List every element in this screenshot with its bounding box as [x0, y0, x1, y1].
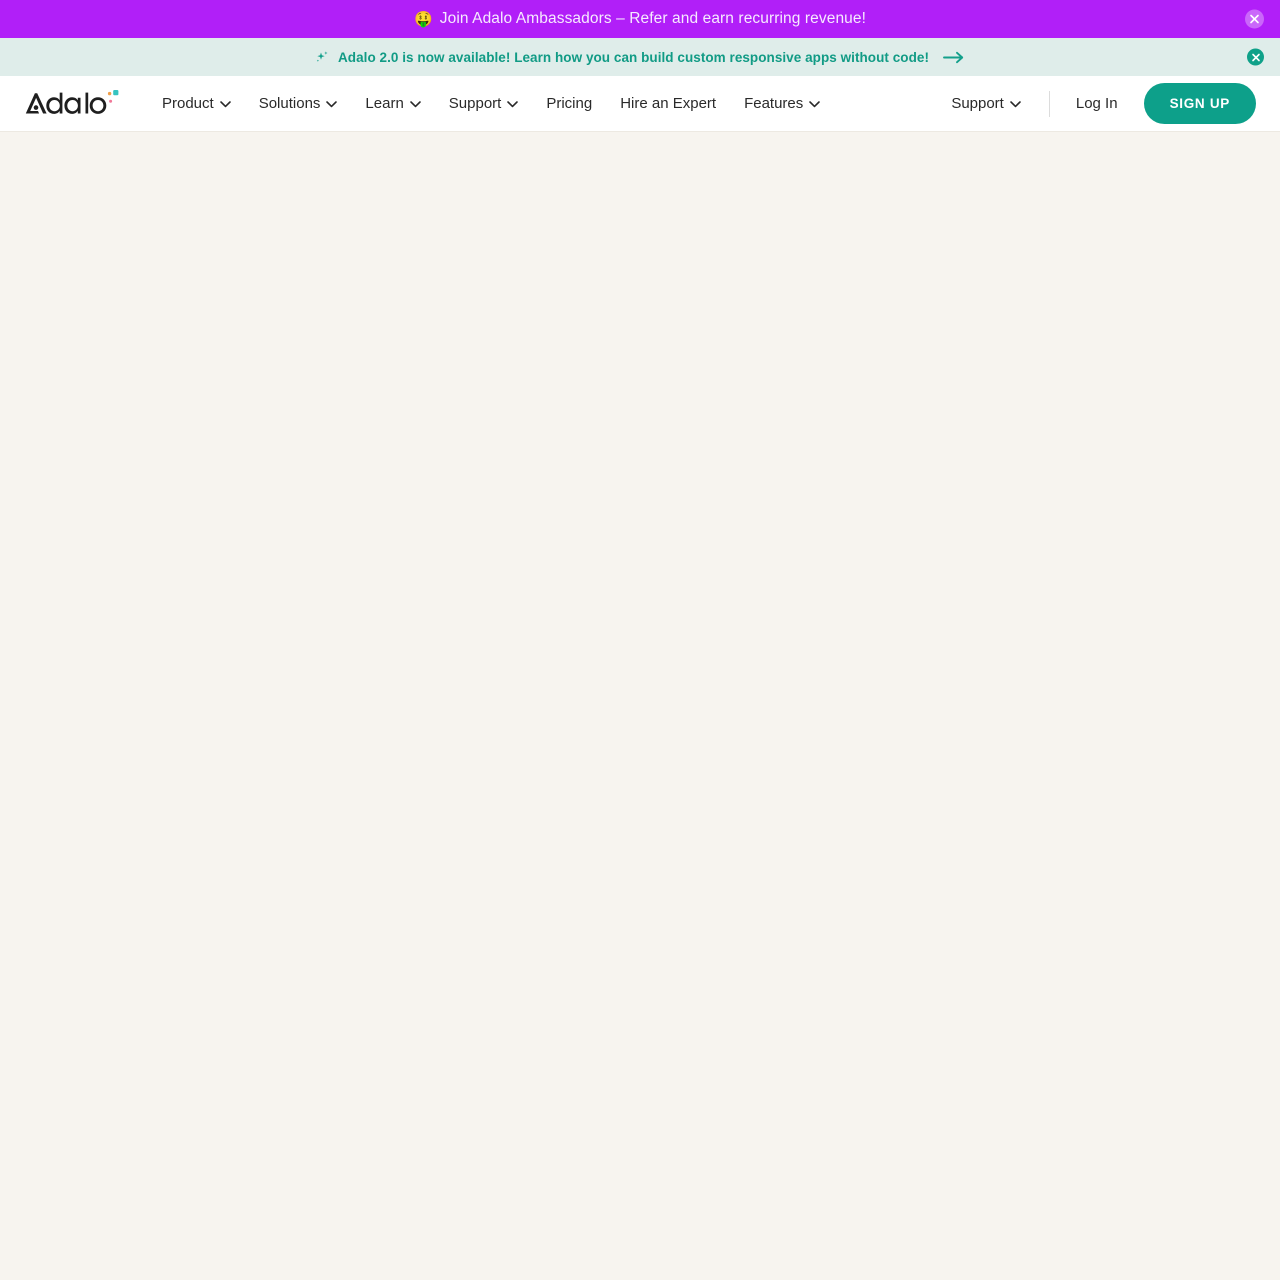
close-x-glyph	[1250, 14, 1259, 24]
chevron-down-icon	[326, 100, 338, 107]
signup-button[interactable]: SIGN UP	[1143, 83, 1256, 124]
money-mouth-face-emoji: 🤑	[413, 10, 433, 28]
nav-divider	[1048, 90, 1050, 117]
chevron-down-icon	[409, 100, 421, 107]
announcement-banner: Adalo 2.0 is now available! Learn how yo…	[0, 38, 1280, 76]
promo-banner-message[interactable]: 🤑 Join Adalo Ambassadors – Refer and ear…	[414, 10, 866, 28]
nav-item-label: Features	[744, 95, 804, 112]
nav-item-label: Pricing	[546, 95, 593, 112]
nav-item-label: Product	[162, 95, 214, 112]
nav-item-product[interactable]: Product	[148, 87, 245, 120]
nav-item-learn[interactable]: Learn	[351, 87, 434, 120]
nav-secondary-links: Support Log In SIGN UP	[937, 83, 1256, 124]
chevron-down-icon	[809, 100, 821, 107]
announcement-text: Adalo 2.0 is now available! Learn how yo…	[337, 49, 929, 65]
arrow-right-icon	[943, 51, 964, 63]
announcement-link[interactable]: Adalo 2.0 is now available! Learn how yo…	[315, 50, 965, 65]
page-content-area	[0, 132, 1280, 1280]
chevron-down-icon	[219, 100, 231, 107]
nav-item-features[interactable]: Features	[730, 87, 834, 120]
adalo-logo-mark	[25, 89, 119, 114]
nav-item-hire-an-expert[interactable]: Hire an Expert	[606, 87, 730, 120]
promo-banner: 🤑 Join Adalo Ambassadors – Refer and ear…	[0, 0, 1280, 38]
main-navigation: Product Solutions Learn Support Pricing	[0, 76, 1280, 132]
adalo-logo[interactable]	[24, 87, 120, 121]
nav-item-label: Hire an Expert	[620, 95, 717, 112]
nav-item-solutions[interactable]: Solutions	[245, 87, 352, 120]
promo-banner-text: Join Adalo Ambassadors – Refer and earn …	[439, 10, 867, 27]
nav-item-support[interactable]: Support	[435, 87, 533, 120]
nav-primary-links: Product Solutions Learn Support Pricing	[148, 87, 834, 120]
close-x-glyph	[1251, 53, 1260, 61]
nav-item-label: Support	[448, 95, 502, 112]
sparkles-icon	[316, 50, 328, 62]
nav-item-label: Solutions	[258, 95, 321, 112]
nav-item-label: Learn	[365, 95, 404, 112]
login-link[interactable]: Log In	[1064, 87, 1130, 120]
nav-item-pricing[interactable]: Pricing	[532, 87, 606, 120]
nav-item-label: Support	[951, 95, 1004, 112]
nav-item-support-secondary[interactable]: Support	[937, 87, 1035, 120]
close-icon[interactable]	[1245, 9, 1264, 29]
chevron-down-icon	[507, 100, 519, 107]
chevron-down-icon	[1010, 100, 1021, 107]
close-icon[interactable]	[1247, 48, 1264, 66]
